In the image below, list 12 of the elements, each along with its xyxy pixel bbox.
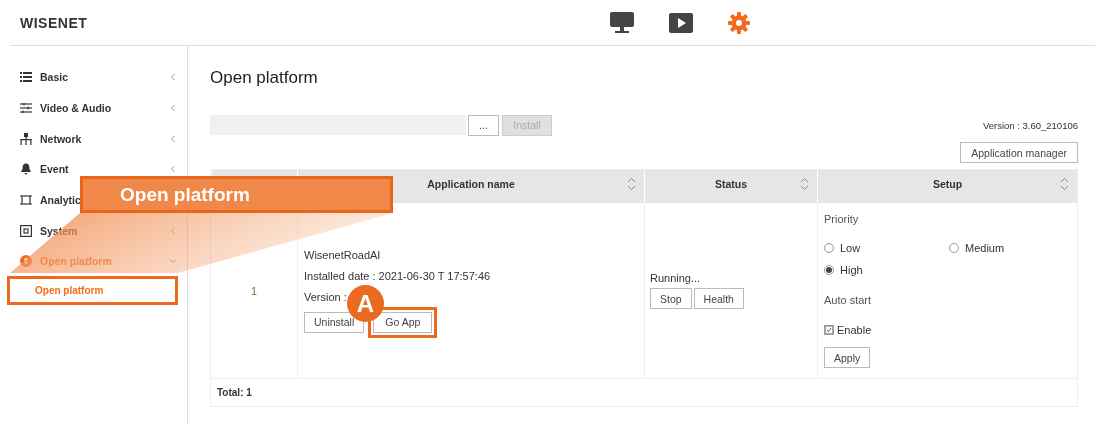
version-label: Version : 3.60_210106 xyxy=(982,119,1078,131)
installed-date: Installed date : 2021-06-30 T 17:57:46 xyxy=(304,269,492,282)
logo: WISENET xyxy=(19,14,89,31)
status-text: Running... xyxy=(650,272,702,284)
app-name: WisenetRoadAI xyxy=(304,248,382,261)
callout-tooltip: Open platform xyxy=(80,176,393,213)
auto-start-label: Auto start xyxy=(824,294,872,306)
app-version: Version : xyxy=(304,290,348,303)
page-title: Open platform xyxy=(210,68,319,88)
total-count: Total: 1 xyxy=(211,378,1077,406)
priority-label: Priority xyxy=(824,213,859,225)
row-number: 1 xyxy=(250,284,258,297)
